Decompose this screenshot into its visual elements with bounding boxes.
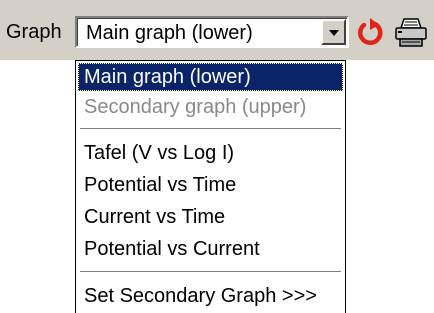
graph-dropdown-list: Main graph (lower) Secondary graph (uppe… bbox=[75, 60, 346, 313]
dropdown-item-current-vs-time[interactable]: Current vs Time bbox=[78, 203, 343, 231]
graph-select[interactable]: Main graph (lower) bbox=[75, 16, 349, 48]
dropdown-item-set-secondary-graph[interactable]: Set Secondary Graph >>> bbox=[78, 282, 343, 310]
chevron-down-icon bbox=[328, 30, 339, 36]
dropdown-arrow-button[interactable] bbox=[321, 19, 346, 45]
print-button[interactable] bbox=[394, 15, 434, 49]
refresh-icon bbox=[358, 18, 383, 46]
dropdown-separator bbox=[80, 128, 341, 130]
dropdown-item-potential-vs-time[interactable]: Potential vs Time bbox=[78, 171, 343, 199]
dropdown-separator bbox=[80, 271, 341, 273]
toolbar: Graph Main graph (lower) bbox=[0, 0, 434, 60]
refresh-button[interactable] bbox=[353, 15, 387, 49]
graph-selector-screen: Graph Main graph (lower) Main graph (low… bbox=[0, 0, 434, 313]
dropdown-item-tafel[interactable]: Tafel (V vs Log I) bbox=[78, 139, 343, 167]
graph-select-value: Main graph (lower) bbox=[86, 22, 253, 44]
printer-icon bbox=[395, 18, 427, 47]
dropdown-item-secondary-graph: Secondary graph (upper) bbox=[84, 96, 307, 118]
dropdown-item-main-graph[interactable]: Main graph (lower) bbox=[78, 63, 343, 91]
graph-label: Graph bbox=[6, 21, 62, 43]
dropdown-item-potential-vs-current[interactable]: Potential vs Current bbox=[78, 235, 343, 263]
